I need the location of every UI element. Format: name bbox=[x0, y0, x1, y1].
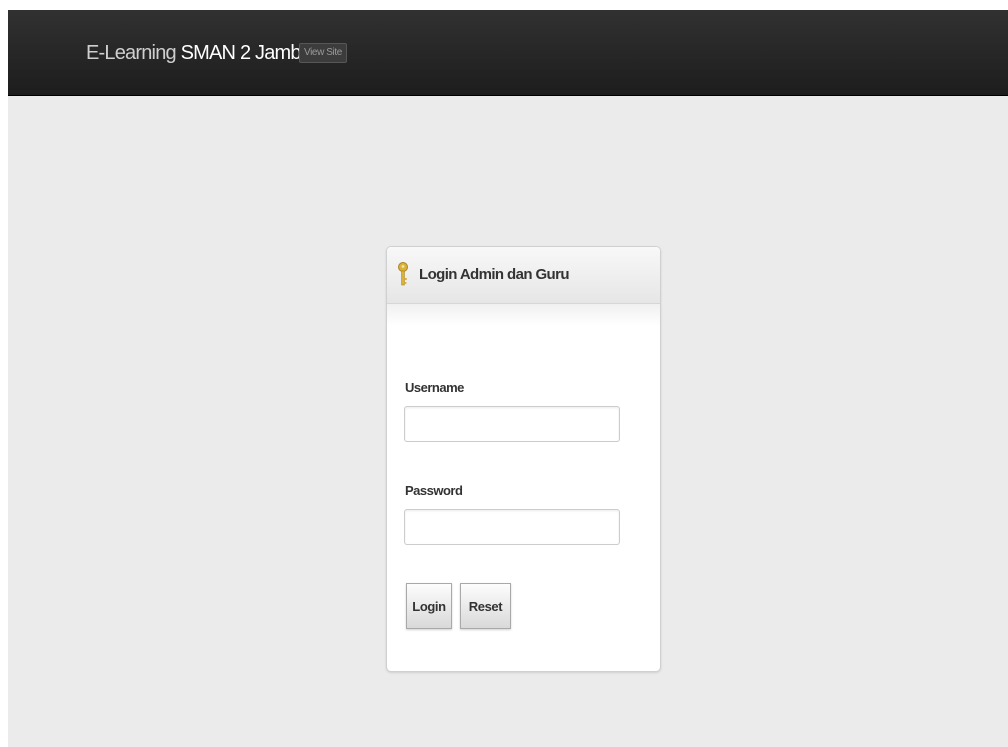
login-panel-header: Login Admin dan Guru bbox=[387, 247, 660, 304]
login-button[interactable]: Login bbox=[406, 583, 452, 629]
brand-prefix: E-Learning bbox=[86, 42, 181, 64]
username-label: Username bbox=[405, 380, 464, 395]
key-icon bbox=[398, 262, 408, 286]
brand-name: SMAN 2 Jambi bbox=[180, 42, 306, 64]
reset-button[interactable]: Reset bbox=[460, 583, 511, 629]
login-panel: Login Admin dan Guru Username Password L… bbox=[386, 246, 661, 672]
site-brand[interactable]: E-Learning SMAN 2 Jambi bbox=[86, 41, 306, 65]
top-navbar: E-Learning SMAN 2 Jambi View Site bbox=[8, 10, 1008, 96]
view-site-button[interactable]: View Site bbox=[299, 43, 347, 63]
password-input[interactable] bbox=[404, 509, 620, 545]
page-background: E-Learning SMAN 2 Jambi View Site Login … bbox=[8, 10, 1008, 747]
username-input[interactable] bbox=[404, 406, 620, 442]
header-shadow bbox=[387, 304, 660, 326]
login-panel-title: Login Admin dan Guru bbox=[419, 266, 570, 283]
password-label: Password bbox=[405, 483, 463, 498]
